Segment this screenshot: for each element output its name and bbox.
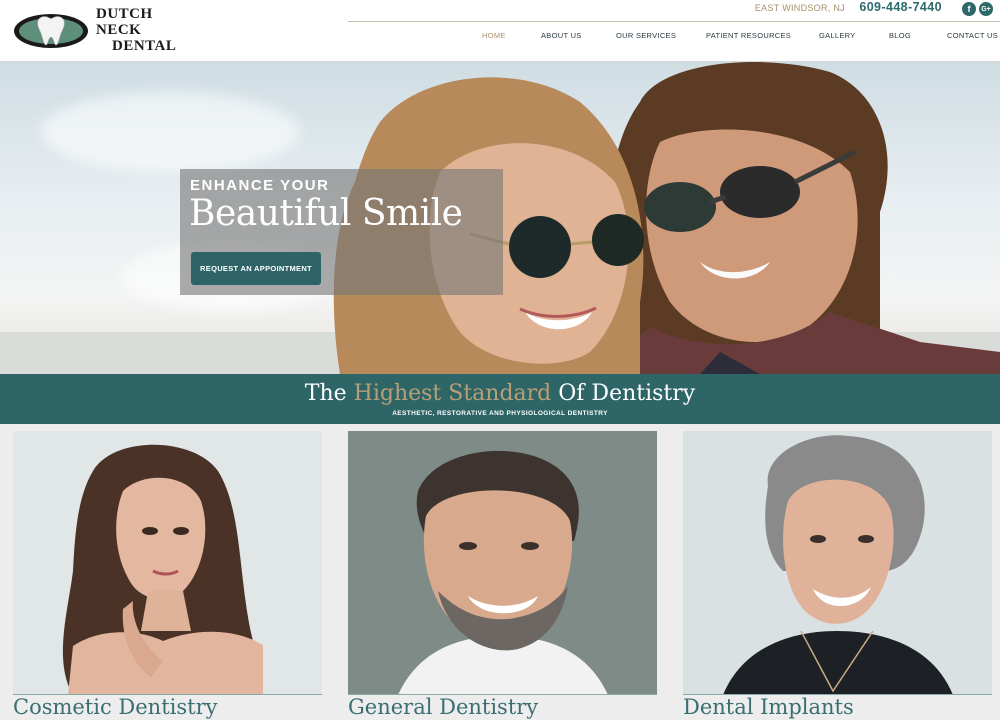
hero-banner: ENHANCE YOUR Beautiful Smile REQUEST AN … <box>0 62 1000 374</box>
logo[interactable]: DUTCH NECK DENTAL <box>12 6 192 54</box>
facebook-icon[interactable]: f <box>962 2 976 16</box>
logo-text: DUTCH NECK DENTAL <box>96 6 192 54</box>
service-card-general[interactable]: General Dentistry <box>348 431 657 720</box>
nav-item-patient-resources[interactable]: PATIENT RESOURCES <box>706 31 791 40</box>
band-title-accent: Highest Standard <box>353 381 552 406</box>
nav-item-our-services[interactable]: OUR SERVICES <box>616 31 676 40</box>
nav-item-blog[interactable]: BLOG <box>889 31 911 40</box>
general-dentistry-photo <box>348 431 657 695</box>
request-appointment-button[interactable]: REQUEST AN APPOINTMENT <box>191 252 321 285</box>
band-title-pre: The <box>304 381 354 406</box>
tagline-band: The Highest Standard Of Dentistry AESTHE… <box>0 374 1000 424</box>
site-header: DUTCH NECK DENTAL EAST WINDSOR, NJ 609-4… <box>0 0 1000 62</box>
logo-line-2: DENTAL <box>112 38 177 54</box>
cosmetic-dentistry-photo <box>13 431 322 695</box>
location-text: EAST WINDSOR, NJ <box>754 3 845 13</box>
band-subtitle: AESTHETIC, RESTORATIVE AND PHYSIOLOGICAL… <box>392 410 608 417</box>
nav-item-home[interactable]: HOME <box>482 31 506 40</box>
band-title: The Highest Standard Of Dentistry <box>0 381 1000 406</box>
phone-link[interactable]: 609-448-7440 <box>859 0 942 14</box>
tooth-logo-icon <box>12 11 90 49</box>
google-plus-icon[interactable]: G+ <box>979 2 993 16</box>
cosmetic-dentistry-label[interactable]: Cosmetic Dentistry <box>13 695 217 719</box>
nav-item-contact-us[interactable]: CONTACT US <box>947 31 998 40</box>
general-dentistry-label[interactable]: General Dentistry <box>348 695 538 719</box>
band-title-post: Of Dentistry <box>551 381 696 406</box>
nav-item-about-us[interactable]: ABOUT US <box>541 31 582 40</box>
hero-kicker: ENHANCE YOUR <box>190 177 330 194</box>
hero-text-panel: ENHANCE YOUR Beautiful Smile REQUEST AN … <box>180 169 503 295</box>
main-nav: HOME ABOUT US OUR SERVICES PATIENT RESOU… <box>482 31 1000 43</box>
top-bar: EAST WINDSOR, NJ 609-448-7440 f G+ <box>348 0 1000 22</box>
dental-implants-label[interactable]: Dental Implants <box>683 695 854 719</box>
service-card-implants[interactable]: Dental Implants <box>683 431 992 720</box>
nav-item-gallery[interactable]: GALLERY <box>819 31 856 40</box>
logo-line-1: DUTCH NECK <box>96 6 153 38</box>
hero-title: Beautiful Smile <box>189 193 463 234</box>
service-card-cosmetic[interactable]: Cosmetic Dentistry <box>13 431 322 720</box>
dental-implants-photo <box>683 431 992 695</box>
